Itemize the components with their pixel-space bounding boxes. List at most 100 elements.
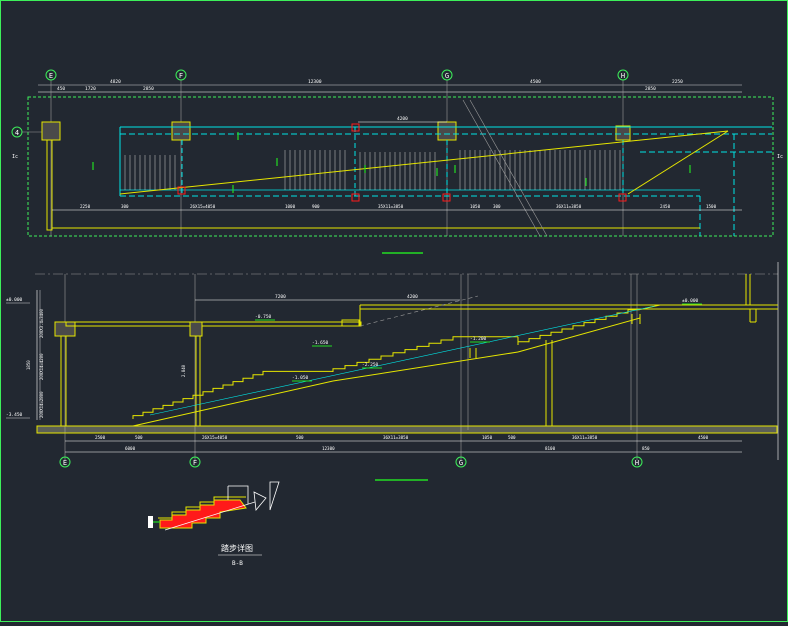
plan-view: E F G H 4 450 1720 2850 4820 12300 4500 … [11, 69, 783, 254]
section-axis-label: G [459, 459, 463, 467]
plan-bottom-dim: 35X11=3850 [378, 204, 404, 209]
plan-side-label: Ic [777, 154, 783, 160]
drawing-canvas: E F G H 4 450 1720 2850 4820 12300 4500 … [0, 0, 788, 622]
stair-flight-2 [332, 336, 465, 372]
plan-bottom-dim: 26X15=4050 [190, 204, 216, 209]
section-axis-bubble-h: H [631, 456, 643, 468]
section-bottom-dim: 500 [296, 435, 304, 440]
plan-axis-bubble-e: E [45, 69, 57, 81]
section-bottom-dim: 500 [135, 435, 143, 440]
plan-axis-label: G [445, 72, 449, 80]
plan-column [41, 121, 61, 141]
plan-green-marks [92, 132, 691, 193]
section-axis-label: F [193, 459, 197, 467]
section-view: 7200 4200 ±0.000 -3.450 200X3.4=3400 185… [6, 262, 779, 481]
section-mark-label: -2.250 [362, 362, 379, 368]
section-top-dim: 7200 [275, 294, 286, 300]
section-beam-block [189, 321, 203, 337]
section-beam-block [54, 321, 76, 337]
section-bottom-dim: 2500 [95, 435, 106, 440]
section-left-dim: 200X14=2800 [39, 391, 44, 418]
plan-bottom-dim: 1500 [706, 204, 717, 209]
section-upper-slab [65, 321, 362, 327]
plan-bottom-dim: 2450 [660, 204, 671, 209]
plan-top-dim: 2850 [143, 86, 154, 92]
section-left-dim: 1850 [26, 360, 31, 370]
plan-red-marker [442, 193, 451, 202]
stair-flight-3 [517, 309, 639, 345]
section-bottom-dim: 36X11=3850 [383, 435, 409, 440]
section-axis-bubble-g: G [455, 456, 467, 468]
section-mark-label: -1.200 [470, 336, 487, 342]
section-ground-slab [36, 425, 778, 434]
detail-caption: 踏步详图 [221, 543, 253, 553]
section-axis-label: E [63, 459, 67, 467]
plan-top-dim: 12300 [308, 79, 322, 85]
section-mark-label: -1.050 [292, 375, 309, 381]
plan-side-label: Ic [12, 154, 18, 160]
section-bottom-dim: 12300 [322, 446, 335, 451]
plan-break-line [462, 99, 541, 237]
plan-side-axis-bubble: 4 [11, 126, 42, 138]
stair-soffit [332, 351, 519, 382]
plan-column [171, 121, 191, 141]
section-mark-label: ±0.000 [682, 298, 699, 304]
plan-stair-diagonal [627, 130, 729, 195]
plan-side-axis-label: 4 [15, 129, 19, 137]
plan-top-dim: 450 [57, 86, 65, 92]
section-mark-label: -0.750 [255, 314, 272, 320]
plan-dim-4200: 4200 [397, 116, 408, 122]
section-bottom-dim: 4500 [698, 435, 709, 440]
section-axis-bubble-e: E [59, 456, 71, 468]
plan-bottom-dim: 1000 [285, 204, 296, 209]
plan-bottom-dim: 2250 [80, 204, 91, 209]
plan-axis-bubble-h: H [617, 69, 629, 81]
plan-top-dim: 1720 [85, 86, 96, 92]
plan-bottom-dim: 300 [121, 204, 129, 209]
plan-axis-label: F [179, 72, 183, 80]
section-bottom-dim: 8100 [545, 446, 556, 451]
section-left-dim: 200X3.4=3400 [39, 309, 44, 338]
plan-column [437, 121, 457, 141]
section-mark-label: -1.650 [312, 340, 329, 346]
plan-bottom-dim: 900 [312, 204, 320, 209]
plan-red-marker [618, 193, 627, 202]
detail-sub-caption: B-B [232, 560, 243, 567]
section-stairs [132, 304, 661, 427]
plan-stair-diagonal [119, 130, 729, 195]
stair-soffit [517, 317, 641, 353]
stair-flight-1 [132, 370, 273, 419]
plan-top-dim: 2250 [672, 79, 683, 85]
section-axis-bubble-f: F [189, 456, 201, 468]
plan-column [615, 125, 631, 141]
plan-top-dim: 4500 [530, 79, 541, 85]
section-left-dim: 200X14=4200 [39, 353, 44, 380]
section-bottom-dim: 26X15=4050 [202, 435, 228, 440]
detail-end-mark [148, 516, 153, 528]
section-top-dim: 4200 [407, 294, 418, 300]
section-level: -3.450 [6, 412, 23, 418]
section-hidden-line [359, 295, 479, 327]
section-bottom-dim: 36X11=3850 [572, 435, 598, 440]
detail-view: 踏步详图 B-B [148, 481, 280, 567]
detail-break [269, 481, 280, 511]
stair-soffit [132, 380, 334, 427]
plan-axis-label: E [49, 72, 53, 80]
section-mid-label: 2.840 [181, 364, 186, 377]
section-bottom-dim: 850 [642, 446, 650, 451]
section-level: ±0.000 [6, 297, 23, 303]
plan-bottom-dim: 36X11=3850 [556, 204, 582, 209]
plan-top-dim: 4820 [110, 79, 121, 85]
plan-axis-bubble-g: G [441, 69, 453, 81]
cad-drawing: E F G H 4 450 1720 2850 4820 12300 4500 … [6, 69, 783, 567]
plan-stair-treads [124, 150, 621, 190]
section-bottom-dim: 1050 [482, 435, 493, 440]
plan-top-dim: 2850 [645, 86, 656, 92]
section-axis-label: H [635, 459, 639, 467]
plan-bottom-dim: 300 [493, 204, 501, 209]
plan-bottom-dim: 1050 [470, 204, 481, 209]
section-beam-block [341, 319, 360, 327]
plan-break-line [469, 99, 548, 237]
plan-axis-bubble-f: F [175, 69, 187, 81]
section-bottom-dim: 500 [508, 435, 516, 440]
